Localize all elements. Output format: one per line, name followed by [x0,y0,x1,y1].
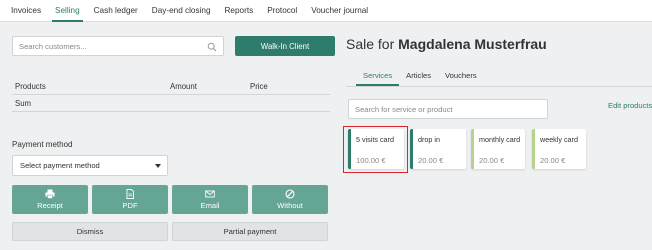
nav-protocol[interactable]: Protocol [260,0,304,21]
service-card-name: weekly card [540,135,578,144]
nav-selling[interactable]: Selling [48,0,87,22]
email-label: Email [200,201,220,210]
tabs-divider [346,86,652,87]
nav-day-end-closing[interactable]: Day-end closing [145,0,218,21]
service-card-name: drop in [418,135,440,144]
service-card-price: 20.00 € [479,156,505,165]
top-nav: Invoices Selling Cash ledger Day-end clo… [0,0,652,22]
sum-divider [12,111,330,112]
pdf-button[interactable]: PDF [92,185,168,214]
envelope-icon [205,190,215,198]
receipt-button[interactable]: Receipt [12,185,88,214]
payment-method-select[interactable]: Select payment method [12,155,168,176]
walk-in-client-button[interactable]: Walk-In Client [235,36,335,56]
customer-search-input[interactable] [19,41,199,51]
service-search-input[interactable] [355,104,543,114]
payment-method-select-value: Select payment method [20,161,100,170]
pdf-label: PDF [122,201,138,210]
email-button[interactable]: Email [172,185,248,214]
service-card-name: monthly card [479,135,521,144]
service-card-price: 20.00 € [540,156,566,165]
customer-search-box [12,36,224,56]
service-card-price: 20.00 € [418,156,444,165]
customer-name: Magdalena Musterfrau [398,36,547,52]
partial-payment-button[interactable]: Partial payment [172,222,328,241]
payment-method-label: Payment method [12,140,73,149]
sale-title-prefix: Sale for [346,36,395,52]
receipt-label: Receipt [37,201,63,210]
edit-products-link[interactable]: Edit products [608,101,652,110]
printer-icon [45,189,55,199]
price-column-header: Price [250,82,268,91]
ban-icon [285,189,295,199]
tab-vouchers[interactable]: Vouchers [438,67,484,83]
search-icon[interactable] [207,42,217,52]
service-card-weekly[interactable]: weekly card 20.00 € [532,129,586,169]
caret-down-icon [155,164,161,168]
nav-invoices[interactable]: Invoices [4,0,48,21]
dismiss-button[interactable]: Dismiss [12,222,168,241]
nav-cash-ledger[interactable]: Cash ledger [87,0,145,21]
tab-services[interactable]: Services [356,67,400,86]
tab-articles[interactable]: Articles [399,67,438,83]
nav-reports[interactable]: Reports [218,0,261,21]
sum-label: Sum [15,99,32,108]
document-icon [126,189,134,199]
service-card-drop-in[interactable]: drop in 20.00 € [410,129,466,169]
service-card-monthly[interactable]: monthly card 20.00 € [471,129,525,169]
products-column-header: Products [15,82,46,91]
page-title: Sale for Magdalena Musterfrau [346,36,547,52]
without-label: Without [277,201,303,210]
sale-tabs: Services Articles Vouchers [356,67,484,86]
table-divider [12,94,330,95]
amount-column-header: Amount [170,82,197,91]
nav-voucher-journal[interactable]: Voucher journal [304,0,375,21]
without-button[interactable]: Without [252,185,328,214]
selected-card-highlight [343,126,408,173]
service-search-box [348,99,548,119]
